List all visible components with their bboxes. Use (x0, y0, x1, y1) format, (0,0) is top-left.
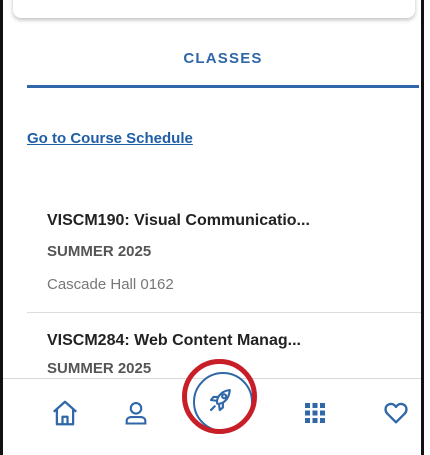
class-term: SUMMER 2025 (47, 243, 152, 260)
heart-icon (384, 402, 408, 424)
nav-favorites-button[interactable] (376, 393, 416, 433)
profile-icon (125, 402, 147, 425)
tab-underline (27, 85, 419, 88)
course-schedule-link[interactable]: Go to Course Schedule (27, 130, 193, 147)
class-room: Cascade Hall 0162 (47, 276, 174, 293)
nav-home-button[interactable] (45, 393, 85, 433)
class-name: VISCM190: Visual Communicatio... (47, 212, 310, 229)
app-frame: CLASSES Go to Course Schedule VISCM190: … (0, 0, 424, 455)
home-icon (53, 400, 77, 426)
apps-grid-icon (305, 403, 325, 423)
highlight-ring (182, 359, 257, 434)
nav-apps-button[interactable] (295, 393, 335, 433)
class-name: VISCM284: Web Content Manag... (47, 332, 301, 349)
nav-profile-button[interactable] (116, 393, 156, 433)
top-card (13, 0, 415, 18)
class-list-item[interactable]: VISCM190: Visual Communicatio... SUMMER … (27, 198, 421, 313)
tab-classes-label: CLASSES (183, 50, 263, 67)
tab-classes[interactable]: CLASSES (27, 34, 419, 88)
class-term: SUMMER 2025 (47, 360, 152, 377)
